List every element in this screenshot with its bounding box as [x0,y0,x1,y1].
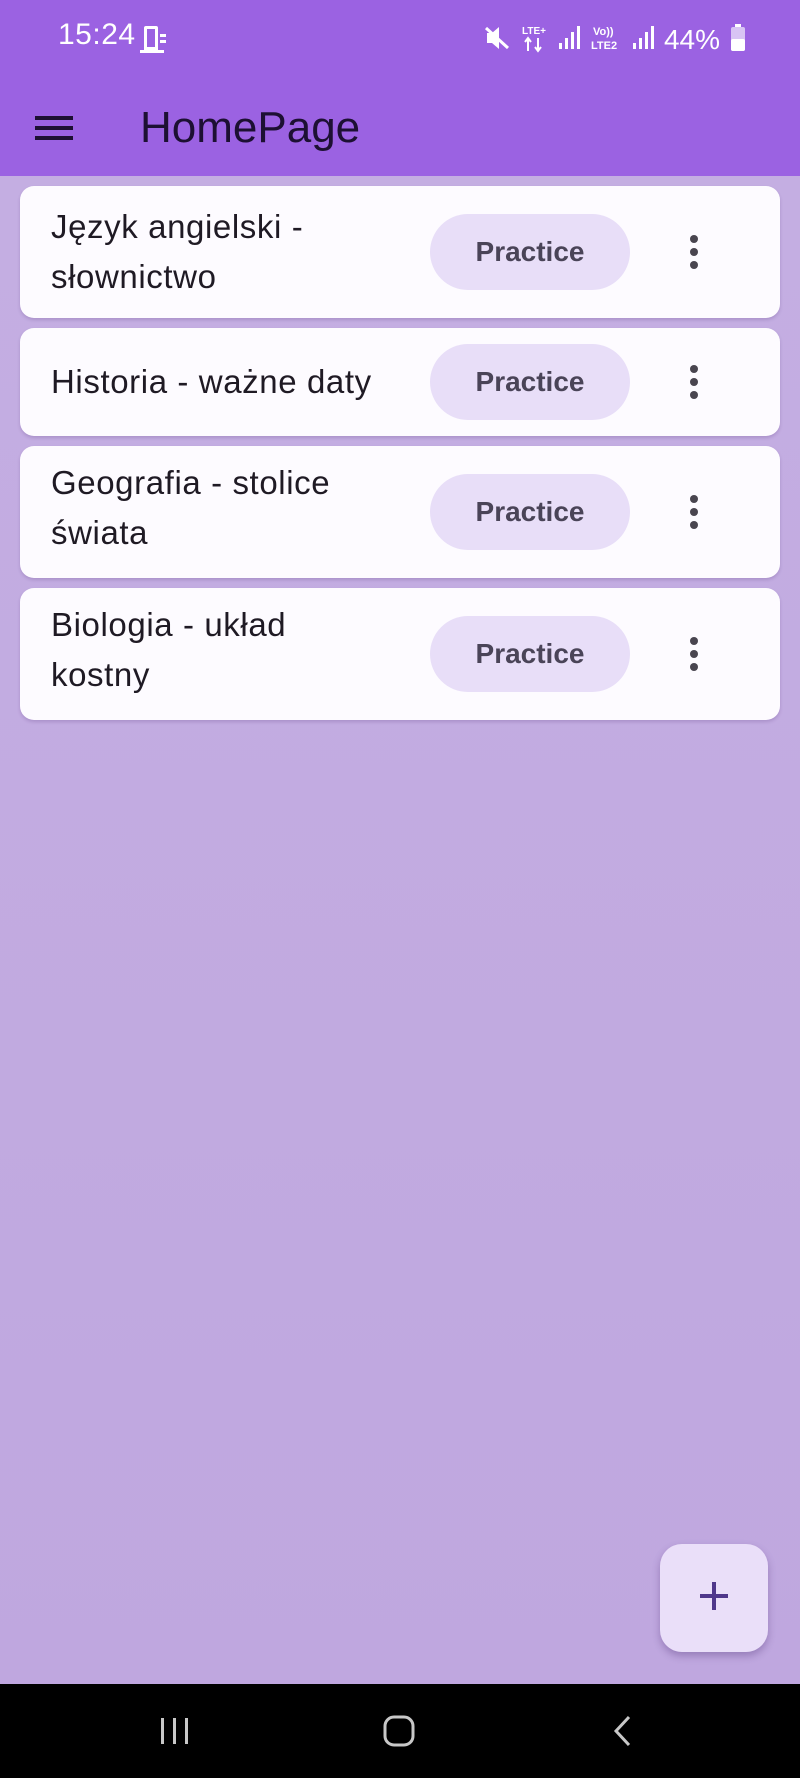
volte-icon: Vo)) LTE2 [590,23,622,58]
deck-title: Geografia - stolice świata [51,464,331,551]
deck-title: Biologia - układ kostny [51,606,287,693]
deck-title: Historia - ważne daty [51,363,372,400]
battery-icon [730,23,746,57]
list-item[interactable]: Geografia - stolice świata Practice [20,446,780,578]
recent-apps-icon[interactable] [145,1706,205,1756]
hamburger-menu-icon[interactable] [28,102,80,154]
home-icon[interactable] [369,1706,429,1756]
deck-title: Język angielski - słownictwo [51,208,304,295]
practice-button[interactable]: Practice [430,474,630,550]
battery-percentage: 44% [663,24,720,55]
plus-icon [698,1580,730,1617]
status-indicators: LTE+ Vo)) LTE2 44% [484,18,746,62]
list-item[interactable]: Historia - ważne daty Practice [20,328,780,436]
practice-button[interactable]: Practice [430,344,630,420]
back-icon[interactable] [593,1706,653,1756]
app-bar: HomePage [0,80,800,176]
page-title: HomePage [140,103,361,152]
list-item[interactable]: Język angielski - słownictwo Practice [20,186,780,318]
practice-button[interactable]: Practice [430,214,630,290]
system-nav-bar [0,1684,800,1778]
screen-mirror-icon [140,24,168,56]
list-item[interactable]: Biologia - układ kostny Practice [20,588,780,720]
more-vert-icon[interactable] [672,344,716,420]
mute-icon [484,24,510,57]
practice-button[interactable]: Practice [430,616,630,692]
svg-text:LTE2: LTE2 [591,40,617,52]
deck-list: Język angielski - słownictwo Practice Hi… [0,176,800,1684]
more-vert-icon[interactable] [672,214,716,290]
signal-icon [558,25,580,56]
status-bar: 15:24 LTE+ Vo)) LTE2 44% [0,0,800,80]
add-deck-button[interactable] [660,1544,768,1652]
svg-text:Vo)): Vo)) [593,26,614,38]
status-time: 15:24 [58,18,136,51]
signal-icon [632,25,654,56]
lte-data-icon: LTE+ [520,23,548,58]
lte-label: LTE+ [522,26,546,37]
more-vert-icon[interactable] [672,616,716,692]
more-vert-icon[interactable] [672,474,716,550]
